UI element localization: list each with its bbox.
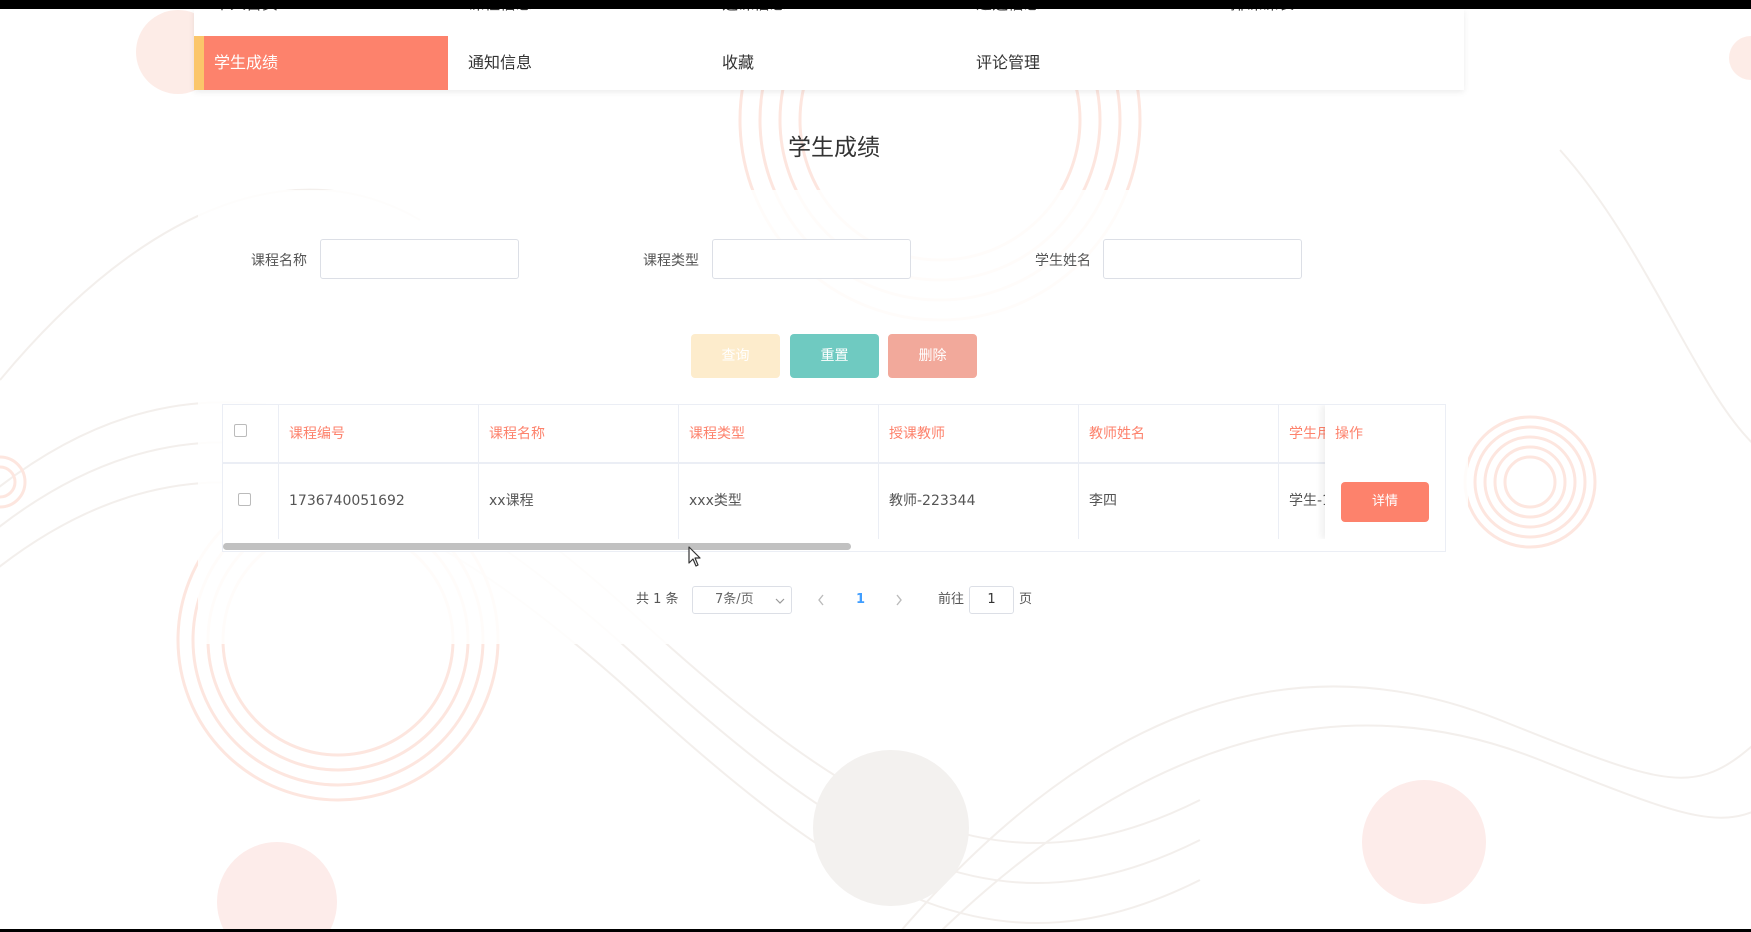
row-checkbox[interactable] [238,493,251,506]
cell-course-type: xxx类型 [679,464,879,539]
delete-button[interactable]: 删除 [888,334,977,378]
course-type-input[interactable] [712,239,911,279]
page-title: 学生成绩 [788,135,880,161]
reset-button[interactable]: 重置 [790,334,879,378]
page-size-value: 7条/页 [715,592,754,607]
pagination-total: 共 1 条 [636,592,679,607]
page-size-select[interactable]: 7条/页 [692,586,792,614]
student-name-input[interactable] [1103,239,1302,279]
header-course-id[interactable]: 课程编号 [279,405,479,464]
course-name-label: 课程名称 [251,253,307,269]
select-all-checkbox[interactable] [234,424,247,437]
cell-course-name: xx课程 [479,464,679,539]
cell-teacher-name: 李四 [1079,464,1279,539]
nav-item-favorites[interactable]: 收藏 [702,36,956,90]
header-course-name[interactable]: 课程名称 [479,405,679,464]
chevron-down-icon [775,598,785,604]
fixed-action-column: 操作 详情 [1325,405,1445,539]
cell-course-id: 1736740051692 [279,464,479,539]
detail-button[interactable]: 详情 [1341,482,1429,522]
goto-suffix: 页 [1019,592,1033,607]
goto-page-input[interactable]: 1 [969,586,1014,614]
nav-item-student-grades[interactable]: 学生成绩 [194,36,448,90]
chevron-right-icon[interactable] [895,594,903,606]
course-type-label: 课程类型 [643,253,699,269]
header-actions: 操作 [1335,426,1363,442]
mouse-cursor-icon [688,546,701,567]
nav-item-notices[interactable]: 通知信息 [448,36,702,90]
current-page-number[interactable]: 1 [856,586,865,614]
header-select-cell [223,405,279,464]
header-course-type[interactable]: 课程类型 [679,405,879,464]
header-teacher[interactable]: 授课教师 [879,405,1079,464]
chevron-left-icon[interactable] [817,594,825,606]
top-edge [0,0,1751,9]
horizontal-scrollbar-thumb[interactable] [223,543,851,550]
course-name-input[interactable] [320,239,519,279]
cell-teacher: 教师-223344 [879,464,1079,539]
row-select-cell [223,464,279,539]
grades-table: 课程编号 课程名称 课程类型 授课教师 教师姓名 学生用户 1736740051… [222,404,1446,552]
header-teacher-name[interactable]: 教师姓名 [1079,405,1279,464]
nav-item-comment-management[interactable]: 评论管理 [956,36,1210,90]
goto-prefix: 前往 [938,592,965,607]
student-name-label: 学生姓名 [1035,253,1091,269]
top-navigation: 个人首页 课程信息 选课信息 退选信息 排课课表 学生成绩 通知信息 收藏 评论… [194,0,1464,90]
search-button[interactable]: 查询 [691,334,780,378]
